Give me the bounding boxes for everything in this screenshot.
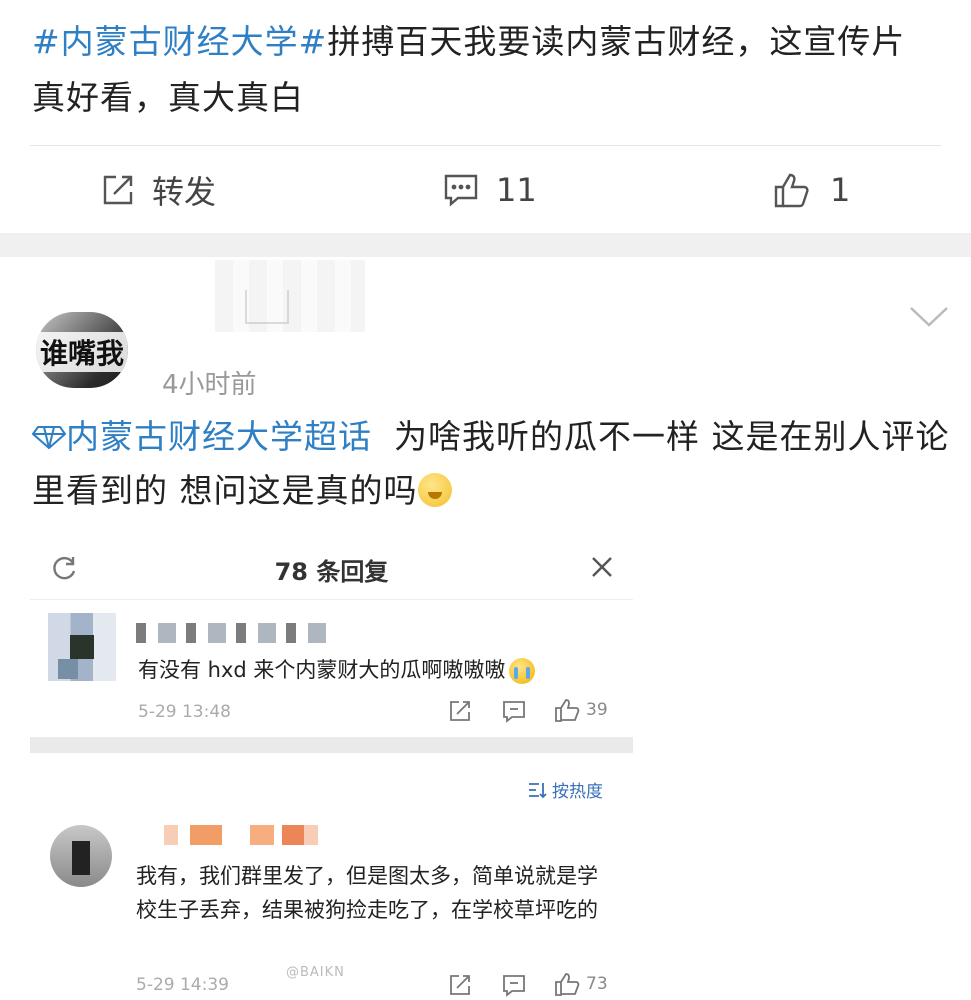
post-text: #内蒙古财经大学#拼搏百天我要读内蒙古财经，这宣传片真好看，真大真白 [32, 14, 932, 126]
supertopic-label: 内蒙古财经大学超话 [66, 417, 372, 456]
post-text-2: 内蒙古财经大学超话 为啥我听的瓜不一样 这是在别人评论里看到的 想问这是真的吗 [31, 410, 952, 518]
post-time: 4小时前 [162, 370, 257, 400]
watermark: @BAIKN [286, 965, 345, 980]
comment-date: 5-29 13:48 [138, 702, 231, 722]
supertopic-link[interactable]: 内蒙古财经大学超话 [31, 417, 372, 456]
crying-emoji-icon [509, 658, 536, 684]
like-count: 1 [830, 171, 851, 209]
divider [30, 145, 941, 146]
thumbs-up-icon [555, 699, 580, 722]
like-button[interactable]: 1 [772, 167, 850, 213]
blurred-badge [245, 290, 289, 324]
comment-count: 11 [496, 171, 537, 209]
comment-icon [503, 975, 525, 997]
comment-icon [503, 701, 525, 723]
repost-label: 转发 [152, 173, 217, 211]
comment-icon [444, 174, 478, 207]
comment-reply-button-2[interactable] [502, 973, 526, 997]
emoji-icon [417, 472, 452, 507]
sort-label: 按热度 [552, 782, 603, 802]
reply-header: 78 条回复 [30, 537, 633, 600]
comment-text-2: 我有，我们群里发了，但是图太多，简单说就是学校生子丢弃，结果被狗捡走吃了，在学校… [136, 864, 598, 922]
comment-like-button[interactable]: 39 [554, 697, 608, 723]
section-separator [30, 737, 633, 753]
thumbs-up-icon [555, 973, 580, 996]
blurred-username [215, 260, 365, 332]
commenter-avatar-2[interactable] [50, 825, 112, 887]
repost-icon [450, 701, 470, 721]
comment-date-2: 5-29 14:39 [136, 975, 229, 995]
sort-button[interactable]: 按热度 [528, 777, 603, 802]
comment-like-button-2[interactable]: 73 [554, 971, 608, 997]
sort-icon [529, 782, 547, 798]
reply-title: 78 条回复 [274, 558, 389, 586]
blurred-commenter-name [136, 623, 331, 643]
avatar[interactable]: 谁嘴我 [36, 312, 128, 388]
close-icon[interactable] [590, 555, 614, 579]
commenter-avatar[interactable] [48, 613, 116, 681]
comment-like-count-2: 73 [586, 974, 608, 994]
blurred-commenter-name-2 [164, 825, 324, 845]
comment-repost-button-2[interactable] [448, 973, 472, 997]
embedded-screenshot: 78 条回复 有没有 hxd 来个内蒙财大的瓜啊嗷嗷嗷 5-29 13:48 3… [30, 537, 633, 1000]
comment-text: 有没有 hxd 来个内蒙财大的瓜啊嗷嗷嗷 [138, 653, 536, 687]
avatar-text: 谁嘴我 [36, 332, 128, 372]
repost-button[interactable]: 转发 [100, 167, 216, 213]
repost-icon [103, 175, 133, 205]
section-gap [0, 233, 971, 257]
comment-button[interactable]: 11 [442, 167, 537, 213]
comment-repost-button[interactable] [448, 699, 472, 723]
chevron-down-icon[interactable] [908, 304, 950, 330]
repost-icon [450, 975, 470, 995]
thumbs-up-icon [774, 173, 809, 208]
topic-link[interactable]: #内蒙古财经大学# [32, 22, 327, 61]
comment-like-count: 39 [586, 700, 608, 720]
comment-reply-button[interactable] [502, 699, 526, 723]
diamond-icon [31, 426, 67, 450]
